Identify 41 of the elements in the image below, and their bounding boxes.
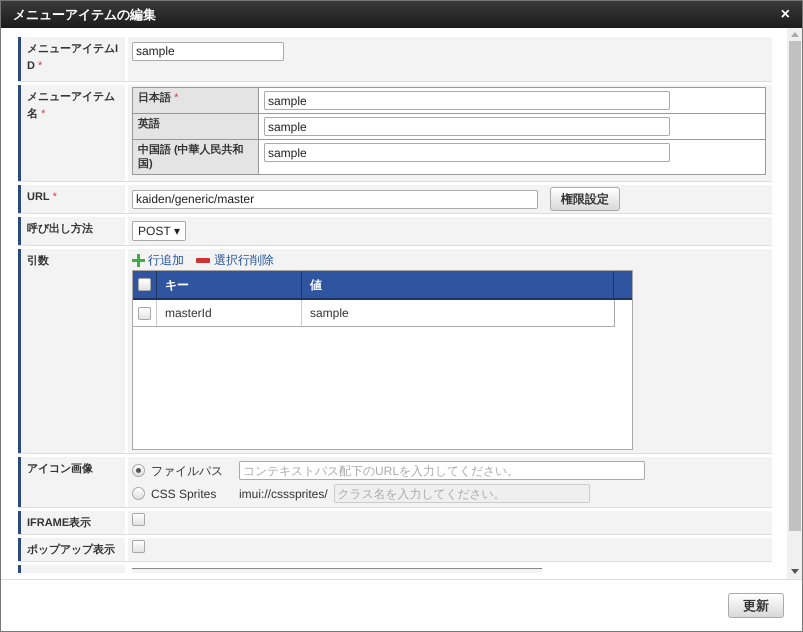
scroll-up-icon[interactable]: [790, 32, 798, 37]
field-label: アイコン画像: [18, 457, 125, 507]
input-field[interactable]: sample: [264, 143, 670, 162]
minus-icon: [196, 258, 210, 262]
checkbox[interactable]: [132, 513, 145, 526]
language-cell: 英語: [132, 114, 258, 140]
input-field[interactable]: コンテキストパス配下のURLを入力してください。: [239, 461, 645, 480]
plus-icon: [132, 254, 145, 266]
input-field[interactable]: sample: [264, 91, 670, 110]
delete-row-link[interactable]: 選択行削除: [196, 251, 274, 269]
language-cell: 日本語 *: [132, 88, 258, 114]
field-label: メニューアイテムID *: [18, 37, 125, 81]
column-header: キー: [157, 271, 302, 298]
field-label: ポップアップ表示: [18, 538, 125, 561]
field-label: 引数: [18, 249, 125, 453]
radio-label: ファイルパス: [151, 462, 224, 480]
field-label: IFRAME表示: [18, 511, 125, 534]
input-field[interactable]: [132, 568, 542, 573]
column-header: 値: [302, 271, 614, 298]
radio-label: CSS Sprites: [151, 486, 218, 502]
window-title: メニューアイテムの編集: [13, 6, 156, 24]
language-cell: 中国語 (中華人民共和国): [132, 140, 258, 174]
input-field[interactable]: kaiden/generic/master: [132, 190, 538, 208]
row-checkbox[interactable]: [138, 306, 151, 320]
field-label: 呼び出し方法: [18, 217, 125, 245]
scroll-down-icon[interactable]: [790, 569, 798, 574]
close-button[interactable]: ×: [780, 6, 790, 22]
permission-button[interactable]: 権限設定: [550, 187, 620, 211]
input-field[interactable]: sample: [264, 117, 670, 136]
select-all-checkbox[interactable]: [138, 278, 151, 291]
add-row-link[interactable]: 行追加: [132, 251, 184, 269]
input-field[interactable]: sample: [132, 42, 284, 60]
field-label: メニューアイテム名 *: [18, 85, 125, 181]
checkbox[interactable]: [132, 540, 145, 553]
update-button[interactable]: 更新: [728, 593, 784, 618]
method-select[interactable]: POST ▾: [132, 221, 186, 241]
field-label: URL *: [18, 185, 125, 213]
table-cell-text: sample: [309, 305, 350, 322]
prefix-text: imui://csssprites/: [239, 486, 328, 502]
table-cell: masterId: [157, 300, 302, 326]
radio-button[interactable]: [132, 464, 145, 477]
